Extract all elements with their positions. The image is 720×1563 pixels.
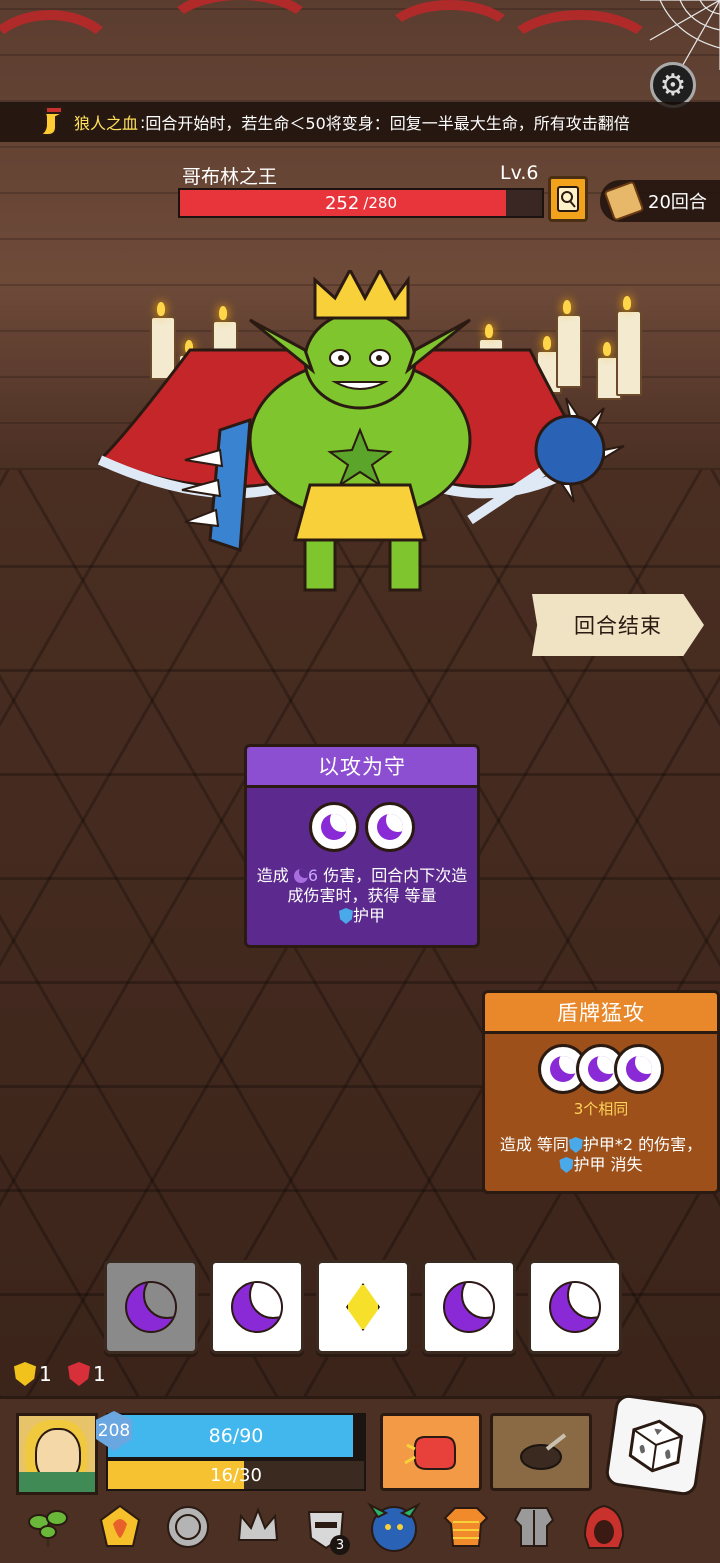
shield-icon <box>338 908 353 924</box>
player-energy-bar: 16/30 <box>106 1459 366 1491</box>
relic-slot[interactable] <box>366 1499 422 1555</box>
enemy-hp-bar: 252 /280 <box>178 188 544 218</box>
enemy-passive-bar: 狼人之血 : 回合开始时，若生命＜50将变身：回复一半最大生命，所有攻击翻倍 <box>0 102 720 142</box>
moon-icon <box>626 1056 652 1082</box>
relic-slot[interactable] <box>506 1499 562 1555</box>
moon-icon <box>588 1056 614 1082</box>
die[interactable] <box>422 1260 516 1354</box>
diamond-icon <box>346 1283 380 1331</box>
passive-description: 回合开始时，若生命＜50将变身：回复一半最大生命，所有攻击翻倍 <box>145 114 630 133</box>
relic-slot[interactable] <box>20 1499 76 1555</box>
dice-slot[interactable] <box>309 802 360 852</box>
relic-slot[interactable] <box>160 1499 216 1555</box>
player-armor-bar: 86/90 <box>106 1413 366 1459</box>
shield-icon <box>559 1157 574 1173</box>
enemy-hp-max: /280 <box>363 194 398 212</box>
moon-icon <box>293 869 308 883</box>
portrait-cloak <box>19 1472 95 1492</box>
dice-icon <box>628 1419 684 1473</box>
card-description: 造成 6 伤害，回合内下次造成伤害时，获得 等量 护甲 <box>247 866 477 926</box>
die[interactable] <box>210 1260 304 1354</box>
enemy-level: Lv.6 <box>500 162 539 184</box>
enemy-name: 哥布林之王 <box>182 166 278 188</box>
enemy-hp-current: 252 <box>324 192 360 214</box>
fist-icon <box>404 1436 456 1470</box>
passive-name: 狼人之血 <box>74 114 139 133</box>
crown-icon <box>237 1507 279 1541</box>
enemy-hp-text: 252 /280 <box>180 190 542 216</box>
status-target[interactable]: 1 <box>68 1362 106 1386</box>
target-status-icon <box>68 1362 90 1386</box>
card-description: 造成 等同 护甲*2 的伤害， 护甲 消失 <box>485 1135 717 1175</box>
card-title: 盾牌猛攻 <box>485 993 717 1034</box>
dice-slot[interactable] <box>614 1044 664 1094</box>
die-used[interactable] <box>104 1260 198 1354</box>
end-turn-button[interactable]: 回合结束 <box>532 594 704 656</box>
relic-count: 3 <box>330 1535 350 1555</box>
relic-slot[interactable] <box>92 1499 148 1555</box>
moon-icon <box>125 1281 177 1333</box>
beast-icon <box>520 1433 567 1470</box>
armor-badge-value: 208 <box>97 1421 131 1441</box>
tentacle-decoration <box>500 10 660 100</box>
player-portrait[interactable] <box>16 1413 98 1495</box>
hood-icon <box>583 1504 625 1549</box>
relic-slot[interactable] <box>576 1499 632 1555</box>
gem-icon <box>99 1504 141 1547</box>
goblin-king-sprite[interactable] <box>90 270 630 610</box>
turn-counter: 20回合 <box>600 180 720 222</box>
gear-icon: ⚙ <box>659 67 687 103</box>
relic-slot[interactable] <box>230 1499 286 1555</box>
card-desc-post: 护甲 <box>352 906 385 925</box>
spider-web-icon <box>640 0 720 70</box>
die[interactable] <box>528 1260 622 1354</box>
moon-icon <box>550 1056 576 1082</box>
scroll-icon <box>603 180 645 222</box>
shield-icon <box>568 1137 583 1153</box>
roll-dice-button[interactable] <box>604 1393 708 1497</box>
blood-vial-icon <box>36 106 64 136</box>
armor-value: 86/90 <box>208 1425 264 1447</box>
sweater-icon <box>443 1507 489 1547</box>
shield-status-icon <box>14 1362 36 1386</box>
dice-tray <box>104 1260 624 1354</box>
moon-icon <box>443 1281 495 1333</box>
coin-icon <box>167 1506 209 1548</box>
magnifier-icon <box>557 186 579 212</box>
skill-card[interactable]: 以攻为守 造成 6 伤害，回合内下次造成伤害时，获得 等量 护甲 <box>244 744 480 948</box>
end-turn-label: 回合结束 <box>574 614 662 638</box>
card-desc-mid: 护甲*2 的伤害， <box>582 1135 703 1154</box>
skill-card[interactable]: 盾牌猛攻 3个相同 造成 等同 护甲*2 的伤害， 护甲 消失 <box>482 990 720 1194</box>
leaf-icon <box>28 1510 68 1547</box>
armor-icon <box>513 1507 555 1547</box>
shield-status-count: 1 <box>39 1362 52 1386</box>
relic-slot[interactable]: 3 <box>298 1499 354 1555</box>
moon-icon <box>231 1281 283 1333</box>
die[interactable] <box>316 1260 410 1354</box>
relic-slot[interactable] <box>438 1499 494 1555</box>
target-status-count: 1 <box>93 1362 106 1386</box>
relic-bar: 3 <box>14 1499 714 1559</box>
inspect-enemy-button[interactable] <box>548 176 588 222</box>
fist-skill-button[interactable] <box>380 1413 482 1491</box>
moon-icon <box>321 814 348 840</box>
card-title: 以攻为守 <box>247 747 477 788</box>
card-desc-pre: 造成 <box>256 866 289 885</box>
card-desc-pre: 造成 等同 <box>499 1135 569 1154</box>
card-dice-slots <box>247 802 477 852</box>
beast-skill-button[interactable] <box>490 1413 592 1491</box>
card-desc-post: 护甲 消失 <box>573 1155 643 1174</box>
card-dice-slots <box>485 1044 717 1094</box>
same-dice-requirement: 3个相同 <box>573 1100 629 1118</box>
player-hud: 86/90 208 16/30 3 <box>0 1393 720 1563</box>
tentacle-decoration <box>380 0 520 80</box>
turn-count: 20回合 <box>648 192 707 213</box>
energy-value: 16/30 <box>210 1464 262 1486</box>
dice-slot[interactable] <box>364 802 415 852</box>
status-shield[interactable]: 1 <box>14 1362 52 1386</box>
card-damage: 6 <box>307 866 319 885</box>
moon-icon <box>549 1281 601 1333</box>
dragon-icon <box>367 1502 421 1552</box>
moon-icon <box>376 814 403 840</box>
